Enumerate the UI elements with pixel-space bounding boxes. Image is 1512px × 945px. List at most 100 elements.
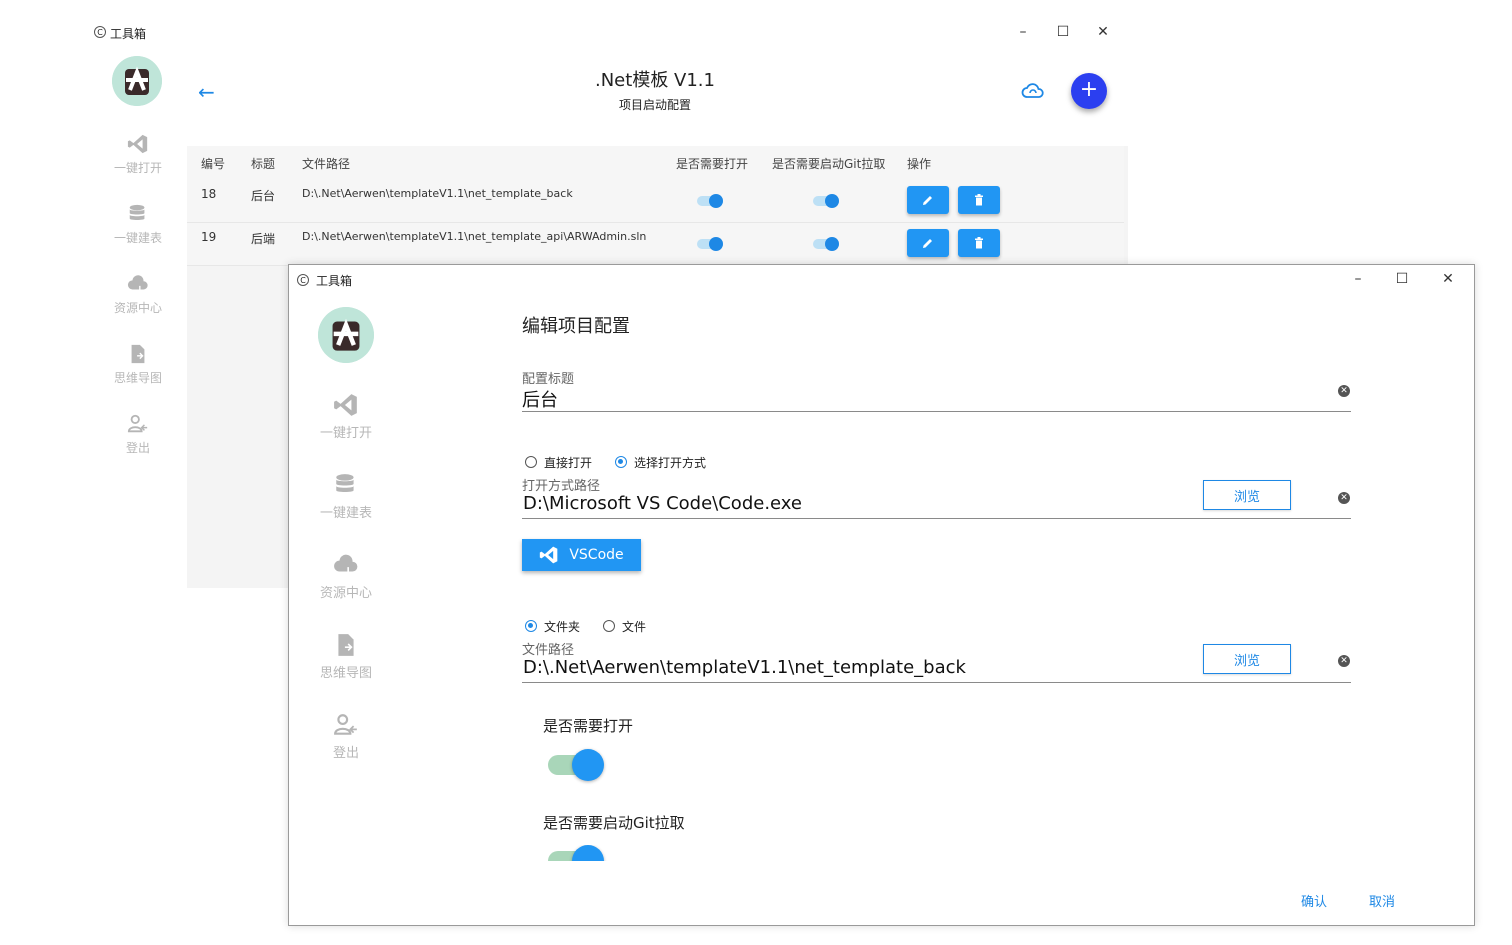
row-git-toggle[interactable] xyxy=(813,194,839,208)
maximize-button[interactable]: ☐ xyxy=(1387,269,1417,289)
open-path-input[interactable]: D:\Microsoft VS Code\Code.exe xyxy=(523,493,802,514)
toggle-knob xyxy=(825,237,839,251)
sidebar-item-mindmap[interactable]: 思维导图 xyxy=(108,343,168,386)
window-title: 工具箱 xyxy=(316,274,353,288)
avatar[interactable] xyxy=(112,56,162,106)
table-row: 18 后台 D:\.Net\Aerwen\templateV1.1\net_te… xyxy=(187,180,1124,223)
sidebar-item-open[interactable]: 一键打开 xyxy=(108,133,168,176)
need-open-toggle[interactable] xyxy=(548,749,604,781)
open-path-label: 打开方式路径 xyxy=(522,479,601,494)
sidebar-item-label: 思维导图 xyxy=(319,666,372,681)
cancel-button[interactable]: 取消 xyxy=(1369,891,1395,910)
row-path: D:\.Net\Aerwen\templateV1.1\net_template… xyxy=(302,230,647,243)
config-title-label: 配置标题 xyxy=(522,372,575,387)
col-title-header: 标题 xyxy=(251,157,276,171)
col-id-header: 编号 xyxy=(201,157,226,171)
row-title: 后端 xyxy=(251,232,276,246)
delete-button[interactable] xyxy=(958,229,1000,257)
radio-file[interactable] xyxy=(603,620,615,632)
minimize-button[interactable]: – xyxy=(1343,269,1373,289)
cloud-sync-button[interactable] xyxy=(1021,81,1045,105)
browse-file-path-button[interactable]: 浏览 xyxy=(1203,644,1291,674)
sidebar-item-open[interactable]: 一键打开 xyxy=(311,392,381,441)
sidebar-item-label: 一键打开 xyxy=(113,161,162,175)
row-title: 后台 xyxy=(251,189,276,203)
sidebar-item-table[interactable]: 一键建表 xyxy=(311,472,381,521)
sidebar-item-logout[interactable]: 登出 xyxy=(311,712,381,761)
row-id: 19 xyxy=(201,230,217,244)
clear-icon[interactable]: ✕ xyxy=(1338,385,1350,397)
need-git-label: 是否需要启动Git拉取 xyxy=(543,814,685,832)
radio-choose-open[interactable] xyxy=(615,456,627,468)
sidebar-item-label: 一键建表 xyxy=(319,506,372,521)
dialog-heading: 编辑项目配置 xyxy=(522,316,630,337)
vscode-icon xyxy=(127,134,148,154)
sidebar-item-logout[interactable]: 登出 xyxy=(108,413,168,456)
table-header: 编号 标题 文件路径 是否需要打开 是否需要启动Git拉取 操作 xyxy=(187,146,1124,180)
close-button[interactable]: ✕ xyxy=(1088,22,1118,42)
radio-direct-open[interactable] xyxy=(525,456,537,468)
config-title-input[interactable]: 后台 xyxy=(522,386,558,412)
clear-icon[interactable]: ✕ xyxy=(1338,655,1350,667)
avatar-image xyxy=(112,56,162,106)
avatar[interactable] xyxy=(318,307,374,363)
col-path-header: 文件路径 xyxy=(302,157,351,171)
trash-icon xyxy=(975,194,983,206)
pencil-icon xyxy=(923,239,932,248)
row-path: D:\.Net\Aerwen\templateV1.1\net_template… xyxy=(302,187,573,200)
col-open-header: 是否需要打开 xyxy=(676,157,749,171)
radio-folder[interactable] xyxy=(525,620,537,632)
mindmap-file-icon xyxy=(131,344,145,364)
minimize-button[interactable]: – xyxy=(1008,22,1038,42)
avatar-image xyxy=(318,307,374,363)
file-path-underline xyxy=(522,682,1351,683)
clear-icon[interactable]: ✕ xyxy=(1338,492,1350,504)
page-subtitle: 项目启动配置 xyxy=(618,98,691,112)
browse-open-path-button[interactable]: 浏览 xyxy=(1203,480,1291,510)
toggle-knob xyxy=(572,845,604,861)
page-title: .Net模板 V1.1 xyxy=(595,70,715,91)
logout-icon xyxy=(334,714,357,735)
file-path-input[interactable]: D:\.Net\Aerwen\templateV1.1\net_template… xyxy=(523,657,966,678)
config-title-underline xyxy=(522,411,1351,412)
sidebar-item-table[interactable]: 一键建表 xyxy=(108,203,168,246)
need-git-toggle[interactable] xyxy=(548,845,604,861)
edit-button[interactable] xyxy=(907,186,949,214)
sidebar-item-resources[interactable]: 资源中心 xyxy=(108,273,168,316)
row-open-toggle[interactable] xyxy=(697,237,723,251)
col-git-header: 是否需要启动Git拉取 xyxy=(772,157,886,171)
dialog-sidebar: 一键打开 一键建表 资源中心 思维导图 登出 xyxy=(289,295,404,915)
radio-file-label: 文件 xyxy=(622,620,647,634)
delete-button[interactable] xyxy=(958,186,1000,214)
sidebar-item-label: 登出 xyxy=(332,746,359,761)
database-icon xyxy=(129,204,145,220)
cloud-download-icon xyxy=(334,554,358,576)
sidebar-item-mindmap[interactable]: 思维导图 xyxy=(311,632,381,681)
back-arrow-icon[interactable]: ← xyxy=(198,80,215,104)
maximize-button[interactable]: ☐ xyxy=(1048,22,1078,42)
col-actions-header: 操作 xyxy=(907,157,932,171)
sidebar-item-resources[interactable]: 资源中心 xyxy=(311,552,381,601)
trash-icon xyxy=(975,237,983,249)
sidebar-item-label: 思维导图 xyxy=(113,371,162,385)
vscode-button[interactable]: VSCode xyxy=(522,539,641,571)
mindmap-file-icon xyxy=(338,634,354,656)
add-button[interactable]: + xyxy=(1071,73,1107,109)
sidebar-item-label: 资源中心 xyxy=(319,586,372,601)
app-logo-icon: C xyxy=(94,26,106,38)
toggle-knob xyxy=(709,194,723,208)
radio-choose-open-label: 选择打开方式 xyxy=(634,456,707,470)
close-button[interactable]: ✕ xyxy=(1433,269,1463,289)
sidebar-item-label: 一键打开 xyxy=(319,426,372,441)
radio-folder-label: 文件夹 xyxy=(544,620,581,634)
row-open-toggle[interactable] xyxy=(697,194,723,208)
edit-button[interactable] xyxy=(907,229,949,257)
pencil-icon xyxy=(923,196,932,205)
vscode-button-label: VSCode xyxy=(569,547,624,563)
sidebar-item-label: 一键建表 xyxy=(113,231,162,245)
row-git-toggle[interactable] xyxy=(813,237,839,251)
confirm-button[interactable]: 确认 xyxy=(1301,891,1327,910)
open-path-underline xyxy=(522,518,1351,519)
file-path-label: 文件路径 xyxy=(522,643,575,658)
toggle-knob xyxy=(709,237,723,251)
